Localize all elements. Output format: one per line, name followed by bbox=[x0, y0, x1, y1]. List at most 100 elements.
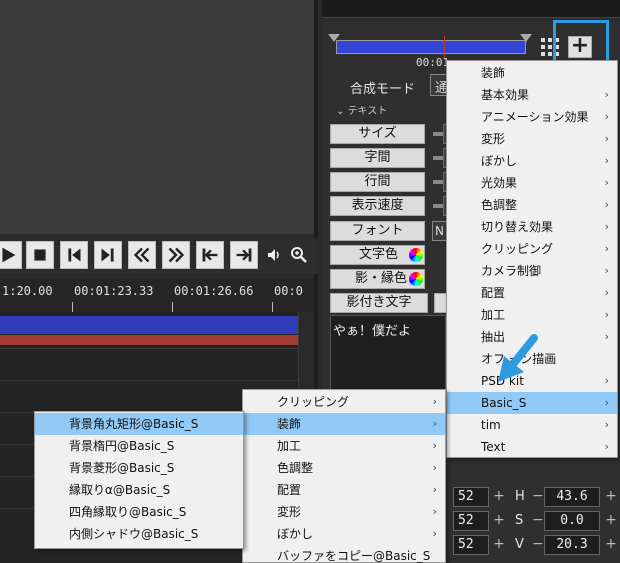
rewind-icon[interactable] bbox=[128, 241, 156, 269]
ruler-tick bbox=[72, 302, 73, 312]
slider-track[interactable] bbox=[433, 132, 443, 136]
menu-item-label: 加工 bbox=[481, 308, 506, 322]
jump-start-icon[interactable] bbox=[196, 241, 224, 269]
line-spacing-button[interactable]: 行間 bbox=[330, 172, 425, 192]
menu-item-camera[interactable]: カメラ制御 › bbox=[447, 260, 617, 282]
timeline-clip-text[interactable] bbox=[0, 316, 298, 334]
menu-item-transform[interactable]: 変形 › bbox=[447, 128, 617, 150]
menu-item-label: 色調整 bbox=[481, 198, 518, 212]
color-wheel-icon[interactable] bbox=[409, 248, 423, 262]
decrement-icon[interactable]: − bbox=[532, 487, 544, 507]
menu-item-bg-rounded-rect[interactable]: 背景角丸矩形@Basic_S bbox=[35, 413, 243, 435]
volume-icon[interactable] bbox=[266, 246, 284, 264]
menu-item-label: 切り替え効果 bbox=[481, 220, 554, 234]
menu-item-blur[interactable]: ぼかし › bbox=[447, 150, 617, 172]
chevron-right-icon: › bbox=[432, 417, 437, 430]
menu-item-inner-shadow[interactable]: 内側シャドウ@Basic_S bbox=[35, 523, 243, 545]
color-number-field[interactable]: 52 bbox=[453, 487, 489, 507]
menu-item-bg-diamond[interactable]: 背景菱形@Basic_S bbox=[35, 457, 243, 479]
menu-item-bg-ellipse[interactable]: 背景楕円@Basic_S bbox=[35, 435, 243, 457]
chevron-right-icon: › bbox=[432, 483, 437, 496]
menu-item-layout[interactable]: 配置 › bbox=[243, 479, 445, 501]
menu-item-basic-s[interactable]: Basic_S › bbox=[447, 392, 617, 414]
slider-track[interactable] bbox=[433, 204, 443, 208]
menu-item-clipping[interactable]: クリッピング › bbox=[447, 238, 617, 260]
menu-item-text[interactable]: Text › bbox=[447, 436, 617, 458]
menu-item-blur[interactable]: ぼかし › bbox=[243, 523, 445, 545]
timebar-cursor bbox=[444, 36, 445, 58]
hsv-value-field[interactable]: 20.3 bbox=[544, 535, 600, 555]
menu-item-label: 配置 bbox=[277, 483, 302, 497]
stop-icon[interactable] bbox=[26, 241, 54, 269]
menu-item-process[interactable]: 加工 › bbox=[447, 304, 617, 326]
timebar-start-marker[interactable] bbox=[328, 34, 340, 42]
hsv-value-field[interactable]: 43.6 bbox=[544, 487, 600, 507]
decrement-icon[interactable]: − bbox=[532, 511, 544, 531]
menu-item-layout[interactable]: 配置 › bbox=[447, 282, 617, 304]
hsv-label: S bbox=[515, 513, 524, 528]
decrement-icon[interactable]: − bbox=[532, 535, 544, 555]
menu-item-animation[interactable]: アニメーション効果 › bbox=[447, 106, 617, 128]
section-header[interactable]: ⌄ テキスト bbox=[336, 102, 387, 117]
jump-end-icon[interactable] bbox=[230, 241, 258, 269]
font-button[interactable]: フォント bbox=[330, 221, 425, 241]
menu-item-decoration[interactable]: 装飾 › bbox=[243, 413, 445, 435]
color-wheel-icon[interactable] bbox=[409, 272, 423, 286]
chevron-right-icon: › bbox=[604, 440, 609, 453]
menu-item-transition[interactable]: 切り替え効果 › bbox=[447, 216, 617, 238]
fast-forward-icon[interactable] bbox=[162, 241, 190, 269]
chevron-right-icon: › bbox=[432, 527, 437, 540]
menu-item-process[interactable]: 加工 › bbox=[243, 435, 445, 457]
next-frame-icon[interactable] bbox=[94, 241, 122, 269]
ruler-tick bbox=[272, 302, 273, 312]
decoration-submenu: 背景角丸矩形@Basic_S 背景楕円@Basic_S 背景菱形@Basic_S… bbox=[34, 411, 244, 549]
play-icon[interactable] bbox=[0, 241, 22, 269]
blend-mode-label: 合成モード bbox=[350, 82, 416, 97]
section-title: テキスト bbox=[347, 106, 388, 117]
menu-item-label: バッファをコピー@Basic_S bbox=[277, 549, 431, 563]
shadow-text-button[interactable]: 影付き文字 bbox=[330, 293, 428, 313]
menu-item-label: カメラ制御 bbox=[481, 264, 542, 278]
ruler-tick bbox=[172, 302, 173, 312]
chevron-right-icon: › bbox=[604, 330, 609, 343]
menu-item-label: 加工 bbox=[277, 439, 302, 453]
zoom-icon[interactable] bbox=[290, 246, 308, 264]
ruler-label: 00:01:23.33 bbox=[74, 284, 154, 298]
filter-menu: 装飾 基本効果 › アニメーション効果 › 変形 › ぼかし › 光効果 › 色調整 › 切… bbox=[446, 60, 618, 458]
menu-item-color-adjust[interactable]: 色調整 › bbox=[243, 457, 445, 479]
menu-item-decoration[interactable]: 装飾 bbox=[447, 62, 617, 84]
hsv-value-field[interactable]: 0.0 bbox=[544, 511, 600, 531]
menu-item-label: Text bbox=[481, 440, 506, 454]
annotation-arrow-icon bbox=[496, 334, 540, 386]
increment-icon[interactable]: + bbox=[604, 487, 618, 507]
timebar-end-marker[interactable] bbox=[520, 34, 532, 42]
timeline-ruler[interactable]: 1:20.00 00:01:23.33 00:01:26.66 00:0 bbox=[0, 278, 314, 312]
menu-item-transform[interactable]: 変形 › bbox=[243, 501, 445, 523]
track-divider bbox=[0, 348, 314, 349]
slider-track[interactable] bbox=[433, 180, 443, 184]
slider-track[interactable] bbox=[433, 156, 443, 160]
increment-icon[interactable]: + bbox=[492, 535, 506, 555]
prev-frame-icon[interactable] bbox=[60, 241, 88, 269]
menu-item-light-effects[interactable]: 光効果 › bbox=[447, 172, 617, 194]
color-number-field[interactable]: 52 bbox=[453, 535, 489, 555]
increment-icon[interactable]: + bbox=[492, 511, 506, 531]
char-spacing-button[interactable]: 字間 bbox=[330, 148, 425, 168]
object-timebar[interactable] bbox=[336, 40, 526, 54]
menu-item-square-border[interactable]: 四角縁取り@Basic_S bbox=[35, 501, 243, 523]
menu-item-clipping[interactable]: クリッピング › bbox=[243, 391, 445, 413]
menu-item-basic-effects[interactable]: 基本効果 › bbox=[447, 84, 617, 106]
menu-item-copy-buffer[interactable]: バッファをコピー@Basic_S bbox=[243, 545, 445, 563]
menu-item-border-alpha[interactable]: 縁取りα@Basic_S bbox=[35, 479, 243, 501]
increment-icon[interactable]: + bbox=[604, 535, 618, 555]
increment-icon[interactable]: + bbox=[492, 487, 506, 507]
chevron-right-icon: › bbox=[432, 505, 437, 518]
increment-icon[interactable]: + bbox=[604, 511, 618, 531]
display-speed-button[interactable]: 表示速度 bbox=[330, 196, 425, 216]
timeline-clip-audio[interactable] bbox=[0, 335, 298, 345]
menu-item-label: クリッピング bbox=[481, 242, 554, 256]
menu-item-color-adjust[interactable]: 色調整 › bbox=[447, 194, 617, 216]
color-number-field[interactable]: 52 bbox=[453, 511, 489, 531]
menu-item-tim[interactable]: tim › bbox=[447, 414, 617, 436]
size-button[interactable]: サイズ bbox=[330, 124, 425, 144]
